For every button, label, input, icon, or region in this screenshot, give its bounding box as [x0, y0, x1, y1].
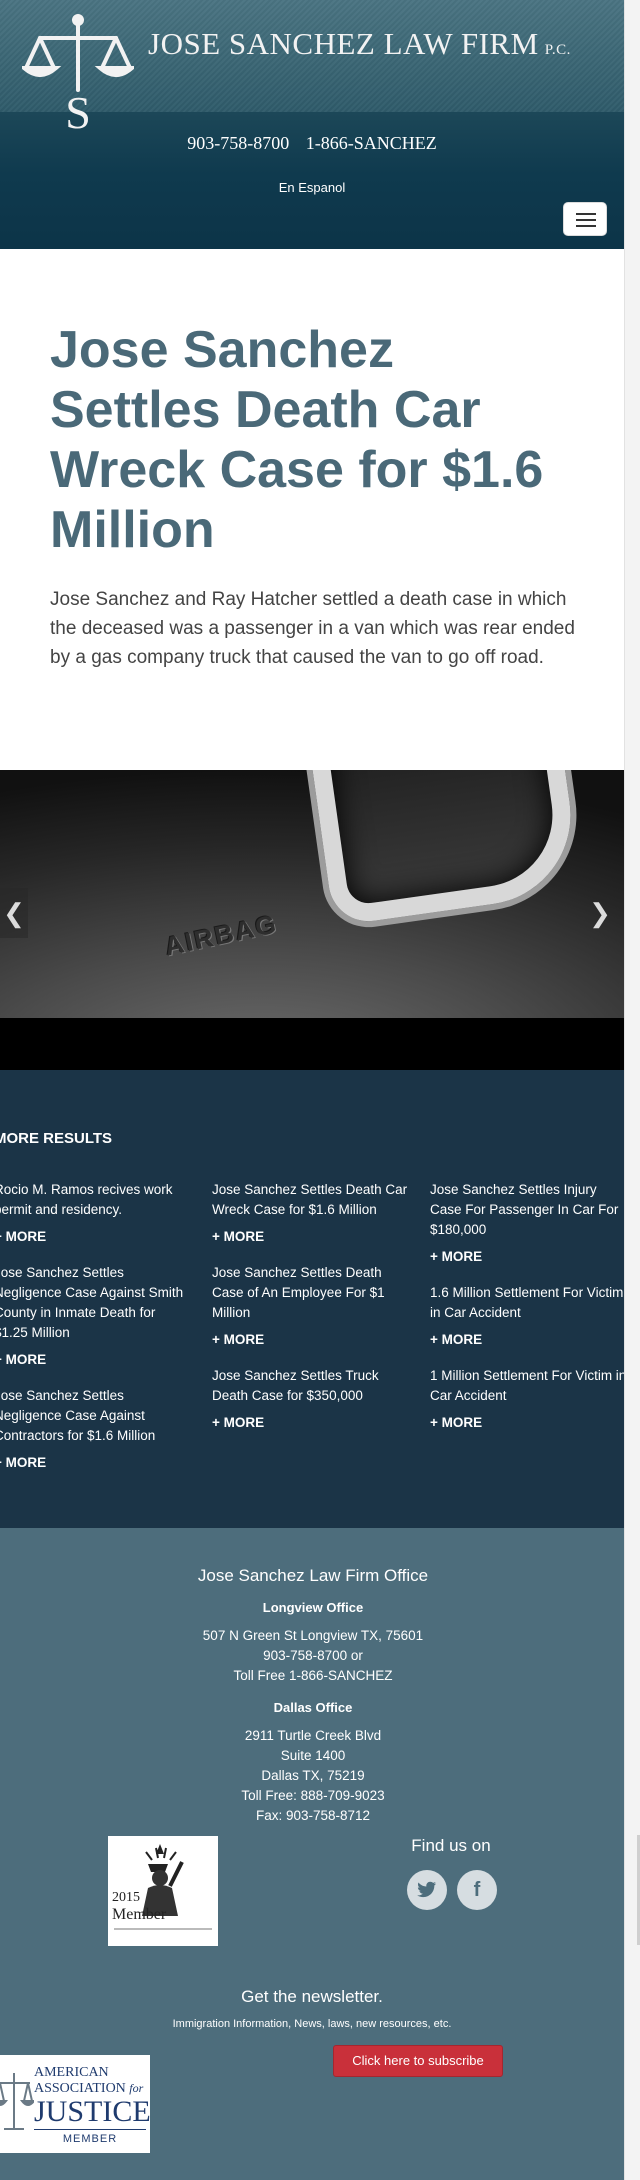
article-summary: Jose Sanchez and Ray Hatcher settled a d… — [50, 589, 575, 668]
site-header: S JOSE SANCHEZ LAW FIRM P.C. 903-758-8700… — [0, 0, 624, 249]
result-item[interactable]: Jose Sanchez Settles Truck Death Case fo… — [212, 1366, 410, 1406]
header-phones: 903-758-8700 1-866-SANCHEZ — [0, 133, 624, 154]
airbag-emboss: AIRBAG — [162, 908, 281, 962]
aaj-line-1: AMERICAN — [34, 2065, 109, 2080]
results-column-2: Jose Sanchez Settles Death Car Wreck Cas… — [212, 1180, 410, 1449]
badge-member: Member — [112, 1906, 167, 1923]
member-badge[interactable]: 2015 Member — [108, 1836, 218, 1946]
result-item[interactable]: Jose Sanchez Settles Death Car Wreck Cas… — [212, 1180, 410, 1220]
find-us-label: Find us on — [411, 1836, 491, 1855]
slider-next-button[interactable]: ❯ — [586, 888, 614, 938]
air-vent-shape — [303, 770, 583, 927]
aaj-line-4: MEMBER — [62, 2133, 118, 2145]
chevron-left-icon: ❮ — [3, 898, 25, 928]
subscribe-button[interactable]: Click here to subscribe — [333, 2045, 503, 2077]
more-link[interactable]: + MORE — [0, 1455, 192, 1470]
firm-suffix: P.C. — [544, 42, 571, 58]
newsletter-description: Immigration Information, News, laws, new… — [172, 2018, 452, 2030]
slider-prev-button[interactable]: ❮ — [0, 888, 28, 938]
dallas-street: 2911 Turtle Creek Blvd — [244, 1728, 382, 1743]
more-results-heading: MORE RESULTS — [0, 1130, 113, 1147]
result-item[interactable]: Jose Sanchez Settles Death Case of An Em… — [212, 1263, 410, 1323]
more-link[interactable]: + MORE — [0, 1352, 192, 1367]
image-slider[interactable]: AIRBAG — [0, 770, 624, 1070]
dallas-tollfree[interactable]: Toll Free: 888-709-9023 — [88, 1786, 538, 1806]
phone-link-tollfree[interactable]: 1-866-SANCHEZ — [306, 133, 437, 153]
firm-name-text: JOSE SANCHEZ LAW FIRM — [148, 26, 539, 61]
longview-phone[interactable]: 903-758-8700 or — [88, 1646, 538, 1666]
result-item[interactable]: 1 Million Settlement For Victim in Car A… — [430, 1366, 624, 1406]
result-item[interactable]: Jose Sanchez Settles Negligence Case Aga… — [0, 1263, 192, 1343]
firm-name[interactable]: JOSE SANCHEZ LAW FIRM P.C. — [148, 26, 571, 62]
hamburger-icon — [576, 213, 596, 215]
more-link[interactable]: + MORE — [212, 1415, 410, 1430]
aaj-line-3: JUSTICE — [34, 2095, 151, 2128]
more-results-section: MORE RESULTS Rocio M. Ramos recives work… — [0, 1070, 624, 1528]
longview-tollfree[interactable]: Toll Free 1-866-SANCHEZ — [88, 1666, 538, 1686]
aaj-line-2-for: for — [129, 2081, 144, 2095]
more-link[interactable]: + MORE — [430, 1249, 624, 1264]
more-link[interactable]: + MORE — [430, 1415, 624, 1430]
longview-office-label: Longview Office — [262, 1600, 364, 1615]
svg-text:S: S — [65, 87, 91, 132]
newsletter-title: Get the newsletter. — [241, 1987, 383, 2006]
menu-toggle-button[interactable] — [563, 202, 607, 236]
dallas-office-label: Dallas Office — [273, 1700, 353, 1715]
justice-scales-icon — [0, 2073, 34, 2130]
office-heading: Jose Sanchez Law Firm Office — [197, 1566, 429, 1585]
spanish-language-link[interactable]: En Espanol — [0, 180, 624, 195]
result-item[interactable]: Jose Sanchez Settles Negligence Case Aga… — [0, 1386, 192, 1446]
hamburger-icon-bar — [576, 225, 596, 227]
hamburger-icon-bar — [576, 219, 596, 221]
results-column-3: Jose Sanchez Settles Injury Case For Pas… — [430, 1180, 624, 1449]
more-link[interactable]: + MORE — [212, 1229, 410, 1244]
article-title: Jose Sanchez Settles Death Car Wreck Cas… — [50, 321, 544, 559]
badge-year: 2015 — [112, 1890, 140, 1905]
more-link[interactable]: + MORE — [430, 1332, 624, 1347]
chevron-right-icon: ❯ — [589, 898, 611, 928]
more-link[interactable]: + MORE — [0, 1229, 192, 1244]
dallas-fax: Fax: 903-758-8712 — [255, 1808, 371, 1823]
dallas-suite: Suite 1400 — [280, 1748, 346, 1763]
results-column-1: Rocio M. Ramos recives work permit and r… — [0, 1180, 192, 1489]
twitter-icon[interactable] — [407, 1870, 447, 1910]
longview-address: 507 N Green St Longview TX, 75601 — [202, 1628, 424, 1643]
result-item[interactable]: 1.6 Million Settlement For Victim in Car… — [430, 1283, 624, 1323]
aaj-line-2-text: ASSOCIATION — [34, 2081, 126, 2096]
page: S JOSE SANCHEZ LAW FIRM P.C. 903-758-8700… — [0, 0, 624, 2180]
scales-logo-icon[interactable]: S — [22, 12, 134, 132]
dallas-city: Dallas TX, 75219 — [261, 1768, 365, 1783]
more-link[interactable]: + MORE — [212, 1332, 410, 1347]
facebook-icon[interactable]: f — [457, 1870, 497, 1910]
phone-link-local[interactable]: 903-758-8700 — [187, 133, 289, 153]
aaj-member-logo[interactable]: AMERICAN ASSOCIATION for JUSTICE MEMBER — [0, 2055, 151, 2153]
airbag-photo: AIRBAG — [0, 770, 624, 1018]
result-item[interactable]: Rocio M. Ramos recives work permit and r… — [0, 1180, 192, 1220]
result-item[interactable]: Jose Sanchez Settles Injury Case For Pas… — [430, 1180, 624, 1240]
